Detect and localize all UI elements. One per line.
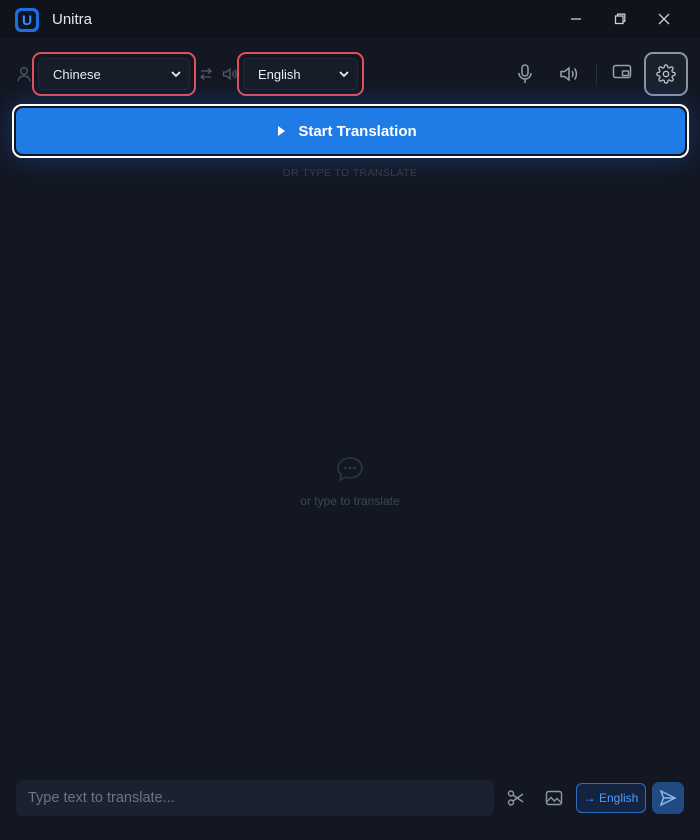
source-language-select[interactable]: Chinese [38,58,190,90]
title-bar: U Unitra [0,0,700,38]
translate-text-placeholder: Type text to translate... [28,790,175,806]
gear-icon [656,64,676,84]
close-icon [658,13,670,25]
mini-mode-button[interactable] [610,60,634,84]
empty-state-text: or type to translate [300,494,400,508]
toolbar-divider [596,64,597,84]
scissors-icon [507,790,524,806]
target-language-value: English [258,66,301,82]
language-toolbar: Chinese English [0,50,700,100]
app-logo-letter: U [18,11,36,29]
screenshot-translate-button[interactable] [506,788,526,808]
microphone-button[interactable] [513,62,537,86]
restore-button[interactable] [600,6,640,32]
type-hint-caption: OR TYPE TO TRANSLATE [282,167,418,179]
app-logo: U [15,8,39,32]
play-icon [278,126,286,136]
speaker-button[interactable] [557,62,581,86]
target-language-select[interactable]: English [243,58,358,90]
image-translate-button[interactable] [544,788,564,808]
target-language-chip[interactable]: → English [576,783,646,813]
close-button[interactable] [644,6,684,32]
chat-bubble-icon [336,456,364,487]
restore-icon [614,13,626,25]
start-translation-focus-ring: Start Translation [12,104,689,158]
app-title: Unitra [52,11,93,28]
chevron-down-icon [339,71,349,78]
swap-icon[interactable] [199,67,213,86]
speaker-small-icon [222,67,238,86]
microphone-icon [518,64,532,83]
user-icon [17,66,31,87]
minimize-button[interactable] [556,6,596,32]
picture-in-picture-icon [612,64,632,79]
send-button[interactable] [652,782,684,814]
send-icon [659,789,677,807]
app-window: U Unitra Chinese English Start Translati… [0,0,700,840]
source-language-select-highlight: Chinese [32,52,196,96]
start-translation-label: Start Translation [298,122,417,140]
minimize-icon [571,18,581,20]
chevron-down-icon [171,71,181,78]
speaker-icon [560,66,578,82]
translate-text-input[interactable]: Type text to translate... [16,780,494,816]
source-language-value: Chinese [53,66,101,82]
image-icon [545,790,563,806]
start-translation-button[interactable]: Start Translation [16,108,685,154]
settings-button[interactable] [644,52,688,96]
target-language-select-highlight: English [237,52,364,96]
